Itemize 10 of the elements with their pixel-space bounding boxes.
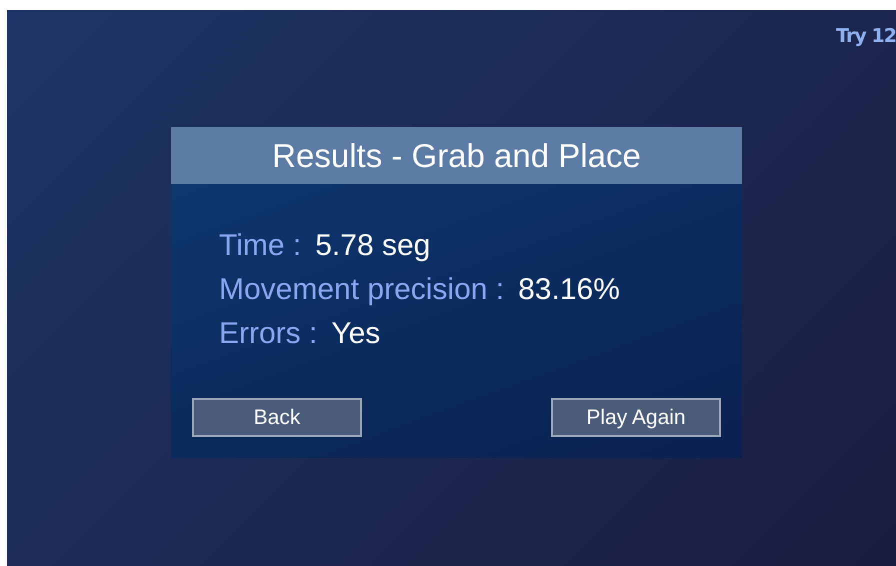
try-counter: Try 12	[835, 24, 896, 49]
stat-label: Errors :	[219, 316, 318, 352]
back-button[interactable]: Back	[192, 398, 362, 437]
stat-value: 5.78 seg	[315, 228, 430, 264]
stat-label: Movement precision :	[219, 272, 504, 308]
stat-value: 83.16%	[518, 272, 620, 308]
stat-value: Yes	[331, 316, 380, 352]
play-again-button[interactable]: Play Again	[551, 398, 721, 437]
stat-label: Time :	[219, 228, 302, 264]
dialog-title: Results - Grab and Place	[171, 127, 742, 184]
